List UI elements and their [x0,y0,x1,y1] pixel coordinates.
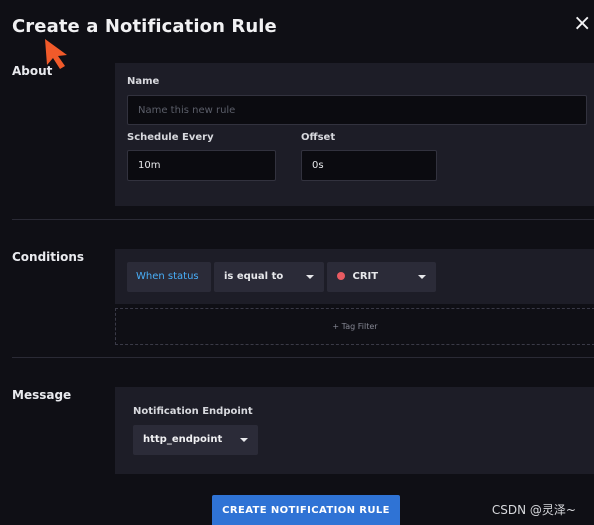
about-section-label: About [12,64,53,78]
chevron-down-icon [418,275,426,279]
when-status-selector[interactable]: When status [127,262,211,292]
status-level-dropdown[interactable]: CRIT [327,262,436,292]
notification-endpoint-value: http_endpoint [143,434,223,445]
notification-endpoint-dropdown[interactable]: http_endpoint [133,425,258,455]
operator-dropdown-label: is equal to [224,271,284,282]
section-divider-about [12,219,594,220]
chevron-down-icon [240,438,248,442]
status-level-label: CRIT [352,271,379,282]
operator-dropdown[interactable]: is equal to [214,262,324,292]
name-label: Name [127,76,160,87]
offset-label: Offset [301,132,336,143]
schedule-every-input[interactable] [127,150,276,181]
conditions-panel: When status is equal to CRIT [115,249,594,304]
create-notification-rule-button[interactable]: CREATE NOTIFICATION RULE [212,495,400,525]
conditions-section-label: Conditions [12,250,85,264]
close-icon[interactable]: × [573,13,591,35]
section-divider-conditions [12,357,594,358]
page-title: Create a Notification Rule [12,16,277,37]
add-tag-filter-button[interactable]: + Tag Filter [115,308,594,345]
notification-rule-overlay: Create a Notification Rule × About Name … [0,0,594,525]
rule-name-input[interactable] [127,95,587,125]
notification-endpoint-label: Notification Endpoint [133,406,253,417]
about-panel: Name Schedule Every Offset [115,63,594,206]
offset-input[interactable] [301,150,437,181]
message-section-label: Message [12,388,72,402]
watermark-text: CSDN @灵泽~ [491,503,576,517]
schedule-every-label: Schedule Every [127,132,214,143]
status-dot-icon [337,272,345,280]
chevron-down-icon [306,275,314,279]
